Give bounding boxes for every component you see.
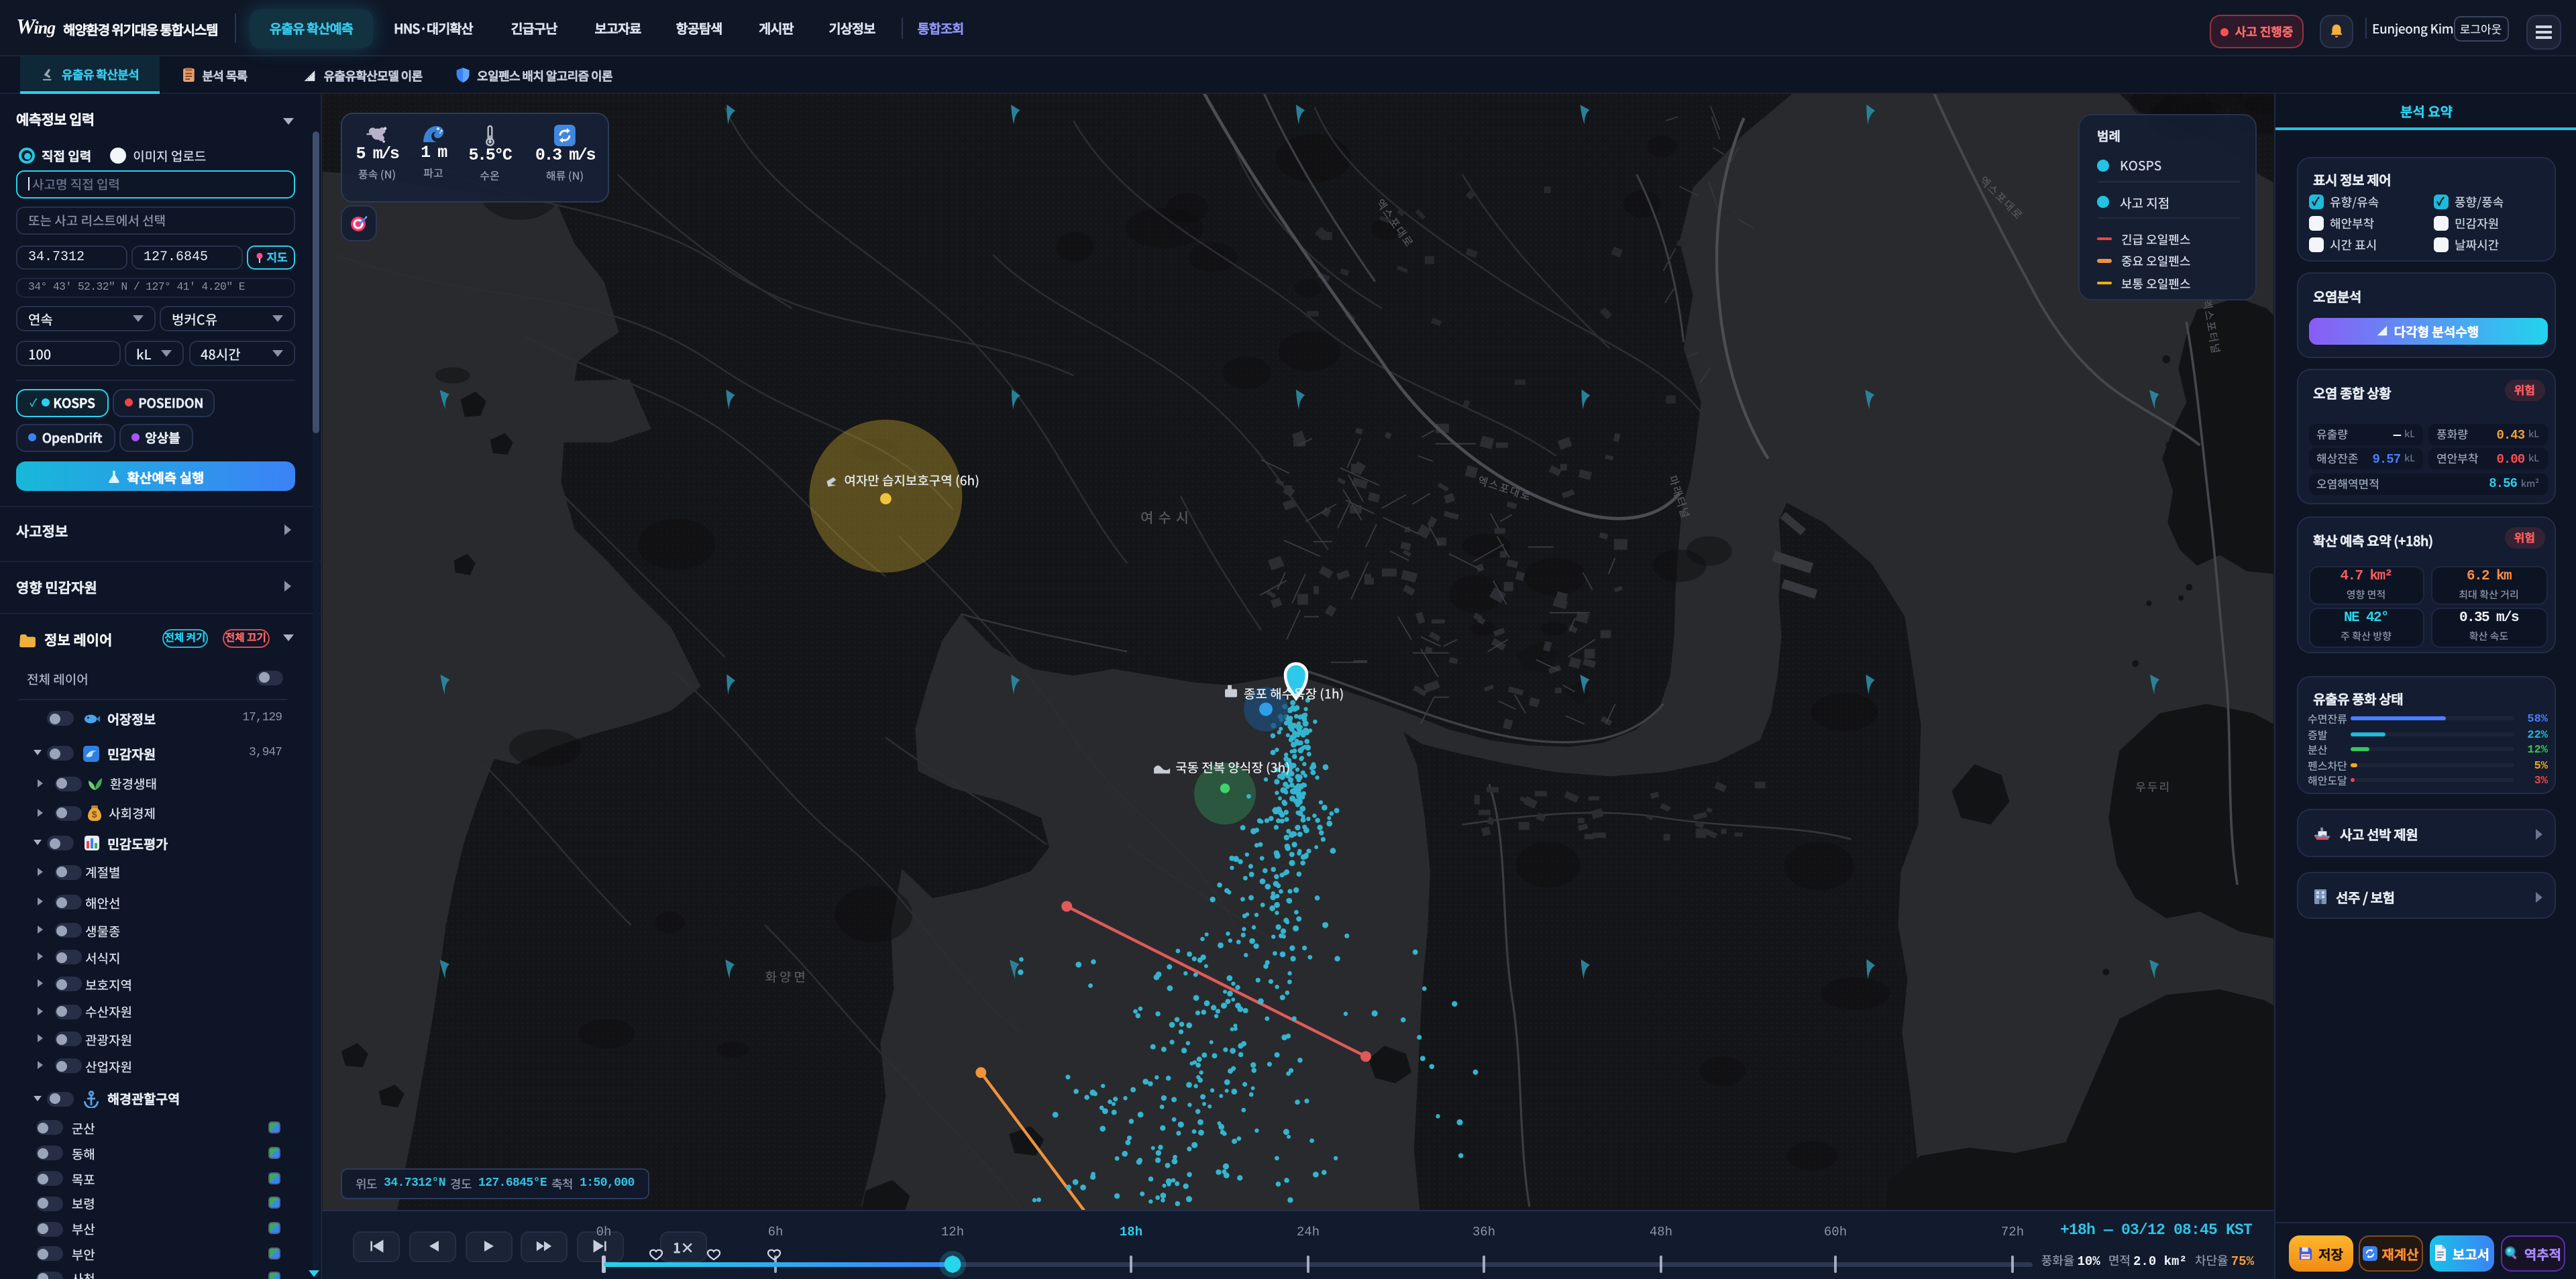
svg-text:36h: 36h <box>1472 1224 1495 1239</box>
svg-text:24h: 24h <box>1297 1224 1320 1239</box>
svg-text:6h: 6h <box>768 1224 784 1239</box>
svg-text:60h: 60h <box>1824 1224 1847 1239</box>
svg-text:화양면: 화양면 <box>765 967 808 985</box>
svg-text:여수시: 여수시 <box>1140 508 1193 528</box>
svg-text:$: $ <box>92 808 97 821</box>
svg-text:여자만 습지보호구역 (6h): 여자만 습지보호구역 (6h) <box>844 471 979 490</box>
svg-text:국동 전복 양식장 (3h): 국동 전복 양식장 (3h) <box>1175 758 1290 776</box>
svg-text:12h: 12h <box>941 1224 964 1239</box>
svg-text:48h: 48h <box>1650 1224 1672 1239</box>
svg-text:18h: 18h <box>1120 1224 1142 1239</box>
svg-text:0h: 0h <box>596 1224 612 1239</box>
svg-text:종포 해수욕장 (1h): 종포 해수욕장 (1h) <box>1244 684 1344 702</box>
svg-text:72h: 72h <box>2001 1224 2024 1239</box>
svg-text:우두리: 우두리 <box>2135 777 2171 794</box>
